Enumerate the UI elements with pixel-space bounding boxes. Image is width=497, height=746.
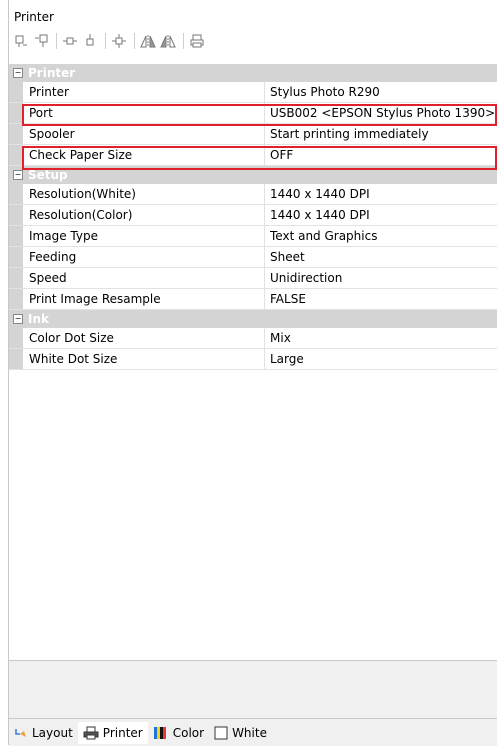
toolbar-separator: [56, 33, 57, 49]
tab-label: Printer: [102, 725, 143, 740]
row-gutter: [9, 82, 23, 102]
property-value[interactable]: 1440 x 1440 DPI: [265, 205, 497, 225]
property-value[interactable]: Start printing immediately: [265, 124, 497, 144]
tab-bar: Layout Printer Color White: [9, 718, 497, 746]
highlight-port-row: [22, 104, 497, 126]
property-value[interactable]: Stylus Photo R290: [265, 82, 497, 102]
collapse-toggle-icon[interactable]: −: [13, 314, 23, 324]
white-icon: [214, 726, 228, 740]
row-gutter: [9, 103, 23, 123]
category-label: Printer: [28, 66, 76, 80]
property-row-printer[interactable]: Printer Stylus Photo R290: [9, 82, 497, 103]
property-value[interactable]: Text and Graphics: [265, 226, 497, 246]
property-name: Image Type: [23, 226, 265, 246]
tab-label: White: [232, 725, 267, 740]
category-label: Ink: [28, 312, 49, 326]
tab-color[interactable]: Color: [148, 722, 209, 744]
tab-label: Color: [172, 725, 205, 740]
property-row-image-type[interactable]: Image Type Text and Graphics: [9, 226, 497, 247]
property-row-spooler[interactable]: Spooler Start printing immediately: [9, 124, 497, 145]
property-name: Feeding: [23, 247, 265, 267]
property-name: Speed: [23, 268, 265, 288]
tab-label: Layout: [32, 725, 73, 740]
property-value[interactable]: Sheet: [265, 247, 497, 267]
property-row-print-image-resample[interactable]: Print Image Resample FALSE: [9, 289, 497, 310]
row-gutter: [9, 226, 23, 246]
category-ink[interactable]: − Ink: [9, 310, 497, 328]
collapse-toggle-icon[interactable]: −: [13, 68, 23, 78]
row-gutter: [9, 268, 23, 288]
property-value[interactable]: Large: [265, 349, 497, 369]
layout-icon: [14, 726, 28, 740]
expand-icon[interactable]: [61, 32, 79, 50]
printer-icon: [83, 726, 99, 740]
sort-alphabetical-icon[interactable]: [32, 32, 50, 50]
toolbar-separator: [105, 33, 106, 49]
flip-icon[interactable]: [159, 32, 177, 50]
collapse-icon[interactable]: [81, 32, 99, 50]
tab-layout[interactable]: Layout: [9, 722, 78, 744]
properties-icon[interactable]: [110, 32, 128, 50]
property-name: Resolution(Color): [23, 205, 265, 225]
description-pane: [9, 660, 497, 719]
property-row-speed[interactable]: Speed Unidirection: [9, 268, 497, 289]
collapse-toggle-icon[interactable]: −: [13, 170, 23, 180]
property-name: Resolution(White): [23, 184, 265, 204]
row-gutter: [9, 349, 23, 369]
tab-printer[interactable]: Printer: [77, 721, 148, 744]
property-row-feeding[interactable]: Feeding Sheet: [9, 247, 497, 268]
property-name: Color Dot Size: [23, 328, 265, 348]
toolbar: [12, 30, 208, 52]
print-icon[interactable]: [188, 32, 206, 50]
sort-categorized-icon[interactable]: [12, 32, 30, 50]
row-gutter: [9, 205, 23, 225]
toolbar-separator: [183, 33, 184, 49]
row-gutter: [9, 184, 23, 204]
highlight-check-paper-size-row: [22, 146, 497, 170]
property-row-resolution-white[interactable]: Resolution(White) 1440 x 1440 DPI: [9, 184, 497, 205]
mirror-icon[interactable]: [139, 32, 157, 50]
property-row-white-dot-size[interactable]: White Dot Size Large: [9, 349, 497, 370]
category-label: Setup: [28, 168, 68, 182]
property-value[interactable]: FALSE: [265, 289, 497, 309]
property-name: Print Image Resample: [23, 289, 265, 309]
panel-title: Printer: [14, 10, 54, 24]
row-gutter: [9, 124, 23, 144]
property-row-color-dot-size[interactable]: Color Dot Size Mix: [9, 328, 497, 349]
property-value[interactable]: Mix: [265, 328, 497, 348]
property-name: White Dot Size: [23, 349, 265, 369]
color-icon: [153, 726, 169, 740]
property-row-resolution-color[interactable]: Resolution(Color) 1440 x 1440 DPI: [9, 205, 497, 226]
property-name: Printer: [23, 82, 265, 102]
row-gutter: [9, 289, 23, 309]
tab-white[interactable]: White: [209, 722, 272, 744]
property-value[interactable]: Unidirection: [265, 268, 497, 288]
property-value[interactable]: 1440 x 1440 DPI: [265, 184, 497, 204]
toolbar-separator: [134, 33, 135, 49]
row-gutter: [9, 145, 23, 165]
property-name: Spooler: [23, 124, 265, 144]
row-gutter: [9, 247, 23, 267]
row-gutter: [9, 328, 23, 348]
category-printer[interactable]: − Printer: [9, 64, 497, 82]
